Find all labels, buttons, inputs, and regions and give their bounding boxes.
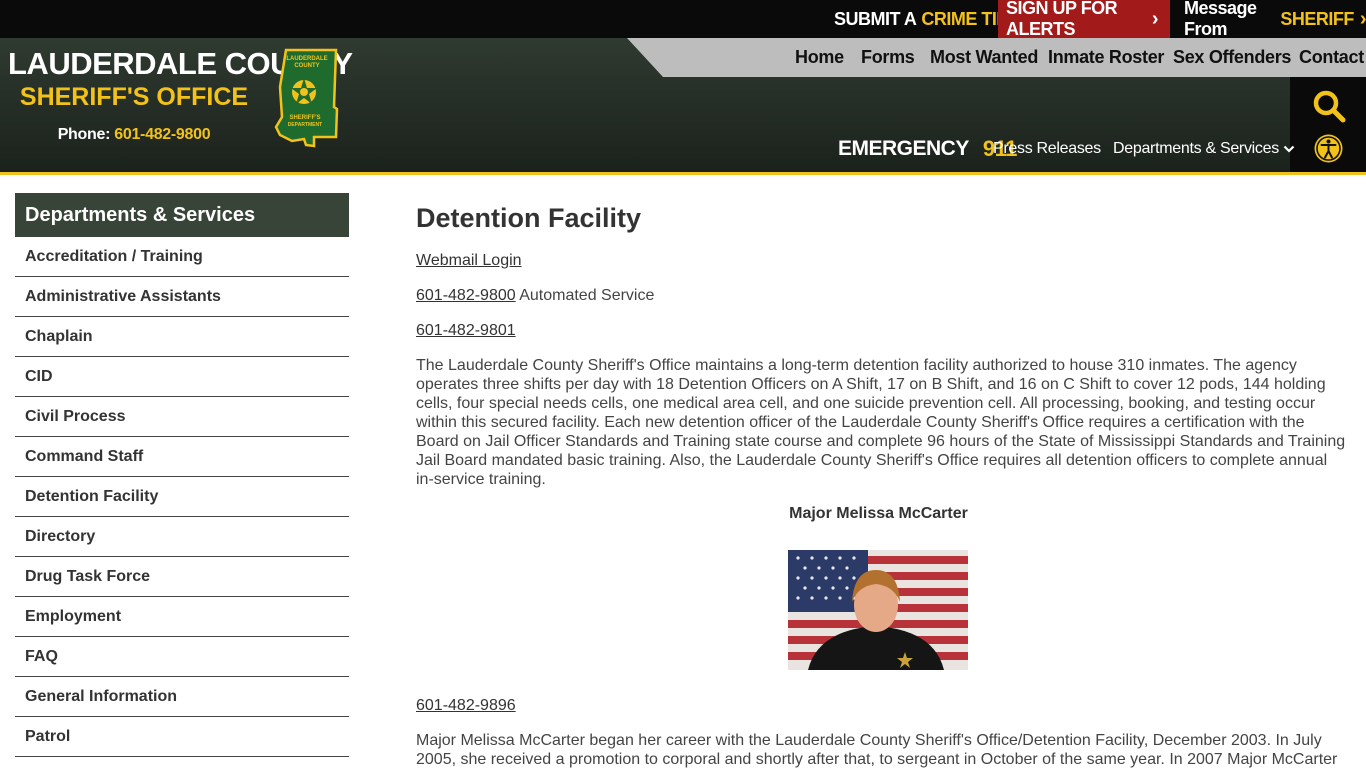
svg-text:LAUDERDALE: LAUDERDALE (286, 56, 327, 62)
sign-up-alerts-link[interactable]: SIGN UP FOR ALERTS › (998, 0, 1170, 39)
sheriff-prefix: Message From (1184, 0, 1257, 39)
sidebar-menu: Accreditation / Training Administrative … (15, 237, 349, 757)
nav-contact[interactable]: Contact (1299, 38, 1364, 77)
sidebar-item-employment[interactable]: Employment (15, 597, 349, 637)
emergency-label: EMERGENCY (838, 137, 969, 160)
svg-text:SHERIFF'S: SHERIFF'S (289, 115, 320, 121)
sidebar-item-detention-facility[interactable]: Detention Facility (15, 477, 349, 517)
main-content: Detention Facility (416, 200, 1346, 236)
phone-link-9801[interactable]: 601-482-9801 (416, 322, 516, 339)
major-bio: Major Melissa McCarter began her career … (416, 732, 1338, 768)
search-icon[interactable] (1312, 89, 1346, 123)
sidebar-item-chaplain[interactable]: Chaplain (15, 317, 349, 357)
message-from-sheriff-link[interactable]: Message From SHERIFF › (1184, 0, 1366, 39)
automated-service-text: Automated Service (519, 287, 655, 304)
nav-sex-offenders[interactable]: Sex Offenders (1173, 38, 1291, 77)
page-title: Detention Facility (416, 203, 642, 233)
emergency-number: EMERGENCY 911 (838, 134, 1017, 164)
sidebar-item-drug-task-force[interactable]: Drug Task Force (15, 557, 349, 597)
sheriff-suffix: SHERIFF (1280, 8, 1354, 29)
phone-number[interactable]: 601-482-9800 (114, 126, 210, 143)
phone-link-9800[interactable]: 601-482-9800 (416, 287, 516, 304)
webmail-login-link[interactable]: Webmail Login (416, 252, 522, 269)
header-divider (0, 172, 1366, 175)
webmail-line: Webmail Login (416, 251, 522, 270)
phone-line-2: 601-482-9801 (416, 321, 516, 340)
header-phone: Phone: 601-482-9800 (0, 126, 268, 144)
phone-label: Phone: (57, 126, 111, 143)
nav-inmate-roster[interactable]: Inmate Roster (1048, 38, 1164, 77)
sidebar-item-cid[interactable]: CID (15, 357, 349, 397)
nav-forms[interactable]: Forms (861, 38, 915, 77)
nav-departments-services[interactable]: Departments & Services (1113, 134, 1295, 164)
submit-crime-tip-link[interactable]: SUBMIT A CRIME TIP › (834, 0, 1021, 38)
sidebar-item-directory[interactable]: Directory (15, 517, 349, 557)
chevron-down-icon (1283, 145, 1295, 153)
svg-text:DEPARTMENT: DEPARTMENT (288, 122, 322, 128)
nav-home[interactable]: Home (795, 38, 844, 77)
sidebar-item-accreditation-training[interactable]: Accreditation / Training (15, 237, 349, 277)
top-bar: SUBMIT A CRIME TIP › SIGN UP FOR ALERTS … (0, 0, 1366, 39)
sidebar-item-administrative-assistants[interactable]: Administrative Assistants (15, 277, 349, 317)
alerts-label: SIGN UP FOR ALERTS (1006, 0, 1118, 39)
crime-tip-suffix: CRIME TIP (921, 8, 1008, 29)
accessibility-icon[interactable] (1313, 133, 1344, 164)
sidebar-item-civil-process[interactable]: Civil Process (15, 397, 349, 437)
sidebar-item-command-staff[interactable]: Command Staff (15, 437, 349, 477)
photo-caption: Major Melissa McCarter (789, 505, 968, 522)
phone-line-3: 601-482-9896 (416, 696, 516, 715)
crime-tip-prefix: SUBMIT A (834, 8, 917, 29)
svg-text:COUNTY: COUNTY (294, 63, 319, 69)
phone-link-9896[interactable]: 601-482-9896 (416, 697, 516, 714)
chevron-right-icon: › (1151, 7, 1159, 30)
brand-line-1: LAUDERDALE COUNTY (8, 46, 353, 81)
nav-most-wanted[interactable]: Most Wanted (930, 38, 1038, 77)
sidebar-item-patrol[interactable]: Patrol (15, 717, 349, 757)
sidebar-item-general-information[interactable]: General Information (15, 677, 349, 717)
departments-label: Departments & Services (1113, 140, 1279, 157)
chevron-right-icon: › (1359, 7, 1366, 30)
sidebar-title: Departments & Services (15, 193, 349, 237)
nav-press-releases[interactable]: Press Releases (993, 134, 1101, 164)
phone-line-1: 601-482-9800 Automated Service (416, 286, 654, 305)
mississippi-badge-icon[interactable]: LAUDERDALE COUNTY SHERIFF'S DEPARTMENT (274, 47, 340, 149)
brand-line-2: SHERIFF'S OFFICE (19, 83, 249, 111)
major-mccarter-photo (788, 550, 968, 670)
sidebar-item-faq[interactable]: FAQ (15, 637, 349, 677)
facility-description: The Lauderdale County Sheriff's Office m… (416, 357, 1346, 488)
